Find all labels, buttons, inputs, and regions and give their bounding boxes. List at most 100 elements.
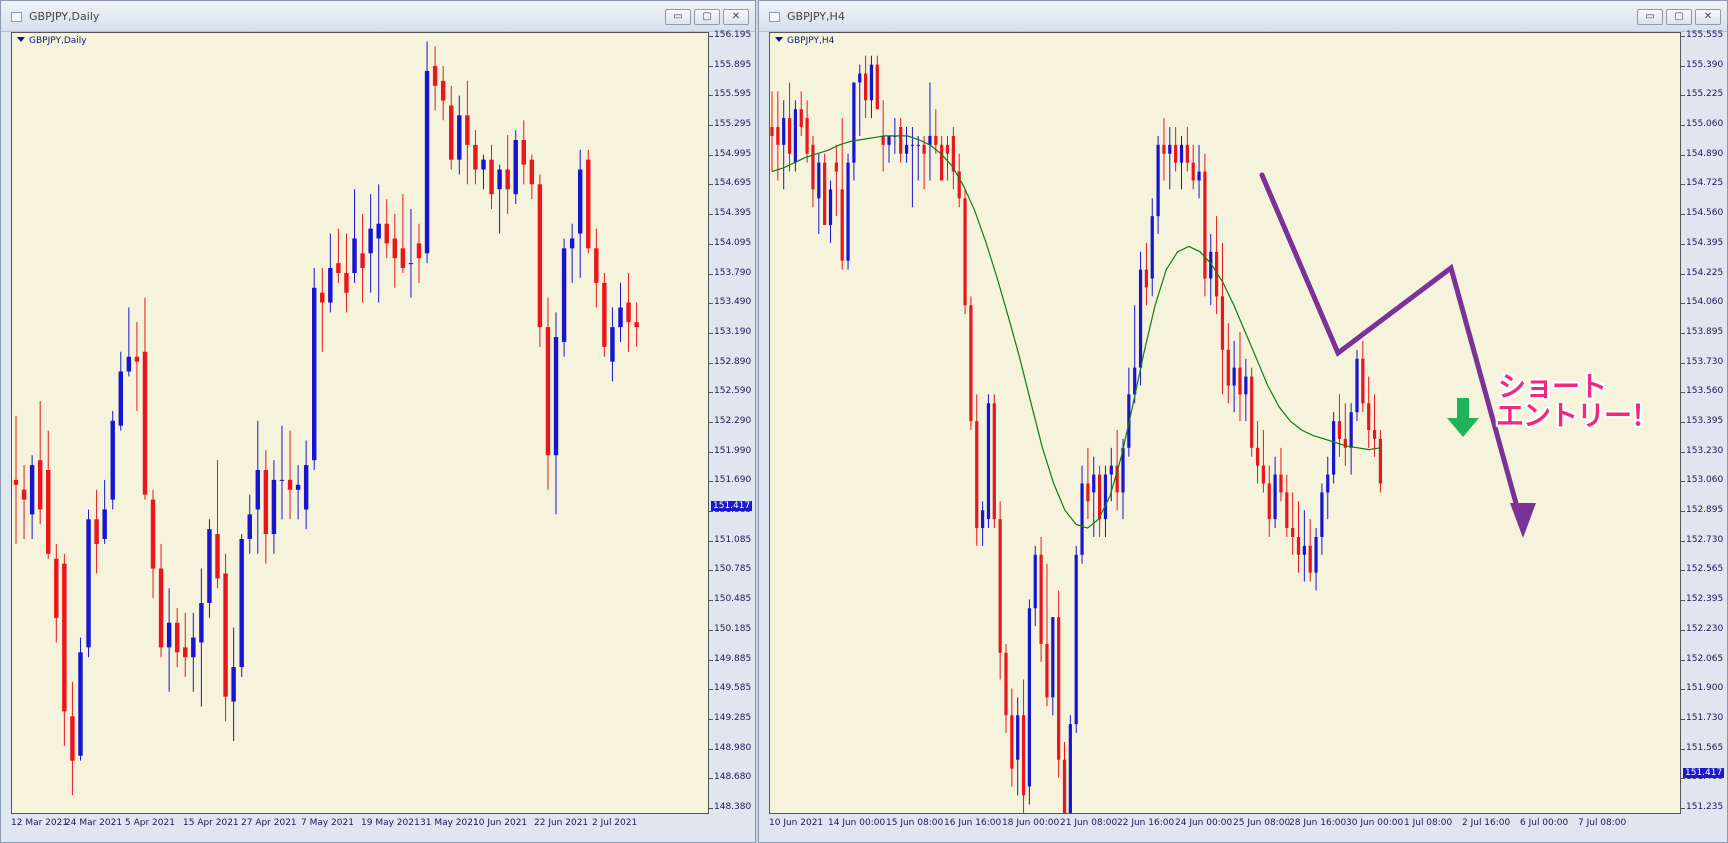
bull-candle-body — [1103, 474, 1108, 520]
maximize-button[interactable]: ▢ — [694, 9, 720, 25]
bull-candle-body — [247, 514, 252, 540]
minimize-button[interactable]: ▭ — [1637, 9, 1663, 25]
h4-symbol-label[interactable]: GBPJPY,H4 — [775, 36, 834, 46]
bear-candle-body — [62, 563, 67, 712]
price-tick-label: 152.730 — [1686, 534, 1724, 545]
bear-candle-body — [287, 479, 293, 490]
bear-candle-body — [54, 558, 59, 618]
zigzag-forecast-arrow — [1259, 172, 1525, 528]
price-tick-label: 154.395 — [714, 208, 752, 219]
price-tick-label: 152.065 — [1686, 653, 1724, 664]
time-tick-label: 10 Jun 2021 — [769, 818, 824, 828]
h4-window-titlebar[interactable]: GBPJPY,H4 ▭ ▢ ✕ — [759, 1, 1727, 32]
bull-candle-body — [279, 479, 285, 481]
daily-time-axis[interactable]: 12 Mar 2021 24 Mar 2021 5 Apr 2021 15 Apr 2… — [11, 814, 709, 836]
price-tick — [1681, 570, 1685, 572]
bull-candle-body — [869, 64, 874, 101]
price-tick — [1681, 659, 1685, 661]
h4-price-axis[interactable]: 155.555 155.390 155.225 155.060 154.890 154.7… — [1681, 30, 1725, 814]
time-tick-label: 19 May 2021 — [361, 818, 420, 828]
bull-candle-body — [1320, 492, 1324, 537]
bear-candle-body — [545, 327, 551, 456]
price-tick — [1681, 125, 1685, 127]
bear-candle-body — [1021, 715, 1026, 796]
time-tick-label: 14 Jun 00:00 — [828, 818, 886, 828]
h4-time-axis[interactable]: 10 Jun 2021 14 Jun 00:00 15 Jun 08:00 16 Ju… — [769, 814, 1681, 836]
price-tick — [709, 808, 713, 809]
bear-candle-body — [1010, 715, 1014, 769]
price-tick-label: 149.585 — [714, 683, 752, 694]
bear-candle-body — [1097, 474, 1102, 520]
short-entry-annotation: ショート エントリー！ — [1496, 370, 1659, 430]
bear-candle-body — [158, 568, 164, 648]
price-tick-label: 152.395 — [1686, 594, 1724, 605]
time-tick-label: 10 Jun 2021 — [473, 818, 528, 828]
bull-candle-body — [1349, 412, 1353, 448]
annotation-line-1: ショート — [1498, 370, 1607, 403]
bull-candle-body — [846, 162, 850, 261]
price-tick — [1681, 154, 1685, 156]
time-tick-label: 15 Jun 08:00 — [886, 818, 944, 828]
daily-window-titlebar[interactable]: GBPJPY,Daily ▭ ▢ ✕ — [1, 1, 755, 32]
price-tick-label: 153.790 — [714, 267, 752, 278]
price-tick-label: 154.225 — [1686, 267, 1724, 278]
price-tick — [1681, 808, 1685, 809]
bear-candle-body — [384, 223, 389, 244]
bear-candle-body — [1238, 367, 1242, 395]
time-tick-label: 31 May 2021 — [420, 818, 479, 828]
bear-candle-body — [94, 519, 99, 544]
bear-candle-body — [1057, 617, 1061, 760]
bull-candle-body — [1355, 358, 1359, 413]
bear-candle-body — [416, 243, 422, 259]
price-tick-label: 155.595 — [714, 89, 752, 100]
bull-candle-body — [1109, 465, 1113, 475]
bull-candle-body — [424, 70, 430, 254]
time-tick-label: 5 Apr 2021 — [125, 818, 175, 828]
bear-candle-body — [1220, 296, 1225, 350]
price-tick — [709, 600, 713, 602]
price-tick-label: 153.060 — [1686, 475, 1724, 486]
bear-candle-body — [963, 198, 967, 306]
bear-candle-body — [1285, 492, 1289, 529]
bull-candle-body — [561, 248, 567, 342]
bear-candle-body — [1203, 171, 1207, 279]
bull-candle-body — [793, 109, 798, 163]
maximize-button[interactable]: ▢ — [1666, 9, 1692, 25]
bear-candle-body — [400, 248, 406, 269]
bull-candle-body — [352, 238, 357, 273]
bull-candle-body — [1302, 545, 1306, 555]
bull-candle-body — [858, 73, 862, 83]
bear-candle-body — [263, 470, 269, 535]
price-tick — [1681, 332, 1685, 334]
price-tick — [709, 95, 713, 97]
bear-candle-body — [1372, 430, 1377, 439]
bear-candle-body — [1174, 144, 1178, 163]
h4-symbol-text: GBPJPY,H4 — [787, 36, 835, 46]
time-tick-label: 12 Mar 2021 — [11, 818, 69, 828]
price-tick — [1681, 451, 1685, 453]
bull-candle-body — [1331, 421, 1336, 475]
time-tick-label: 24 Mar 2021 — [65, 818, 123, 828]
bull-candle-body — [1314, 536, 1318, 573]
time-tick-label: 2 Jul 2021 — [592, 818, 638, 828]
bull-candle-body — [191, 637, 196, 658]
price-tick — [709, 36, 713, 37]
bear-candle-body — [992, 403, 996, 520]
price-tick-label: 155.895 — [714, 59, 752, 70]
price-tick-label: 151.235 — [1686, 802, 1724, 812]
price-tick-label: 154.995 — [714, 148, 752, 159]
bull-candle-body — [118, 371, 123, 426]
price-tick-label: 155.390 — [1686, 59, 1724, 70]
daily-price-axis[interactable]: 156.195 155.895 155.595 155.295 154.995 154.6… — [709, 30, 753, 814]
price-tick — [1681, 629, 1685, 631]
bear-candle-body — [449, 105, 454, 160]
close-button[interactable]: ✕ — [1695, 9, 1721, 25]
minimize-button[interactable]: ▭ — [665, 9, 691, 25]
bear-candle-body — [811, 144, 815, 190]
price-tick-label: 155.555 — [1686, 30, 1724, 40]
daily-symbol-label[interactable]: GBPJPY,Daily — [17, 36, 87, 46]
daily-plot-area[interactable]: GBPJPY,Daily — [11, 32, 709, 814]
close-button[interactable]: ✕ — [723, 9, 749, 25]
bull-candle-body — [887, 135, 891, 145]
price-tick — [709, 451, 713, 453]
